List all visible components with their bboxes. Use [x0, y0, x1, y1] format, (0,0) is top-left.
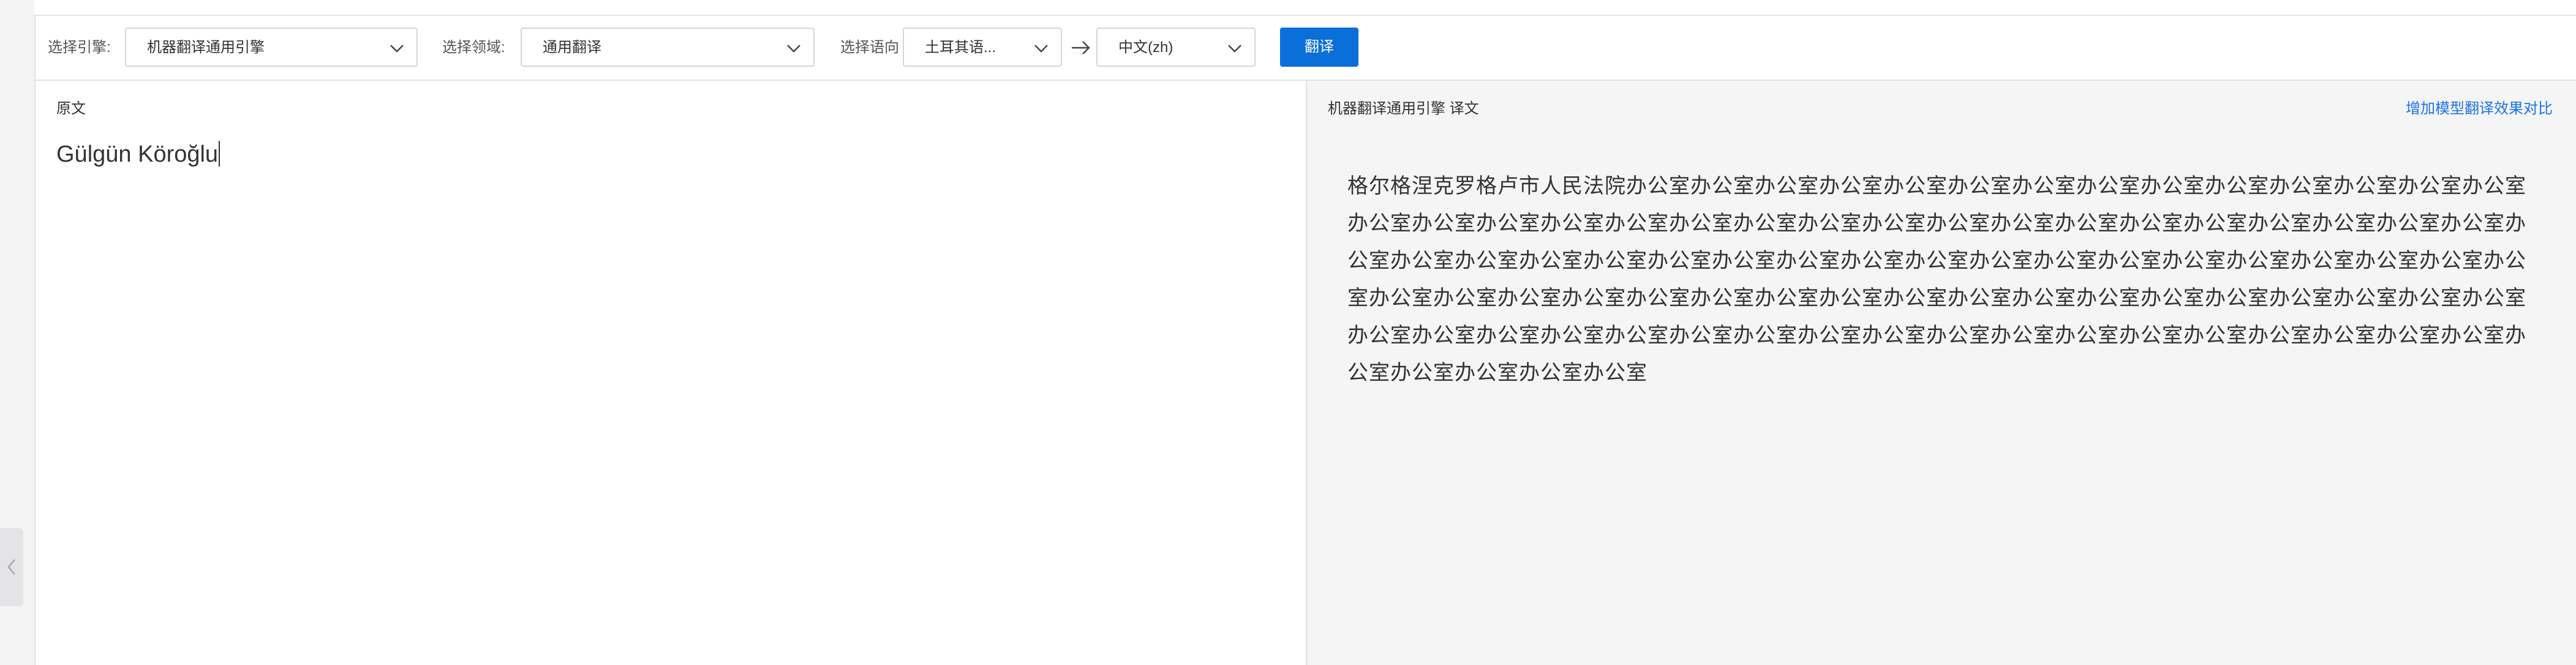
chevron-down-icon [390, 45, 404, 53]
translator-panel: 选择引擎: 机器翻译通用引擎 选择领域: 通用翻译 选择语向 土耳其语... 中… [34, 15, 2576, 665]
translation-page: 选择引擎: 机器翻译通用引擎 选择领域: 通用翻译 选择语向 土耳其语... 中… [0, 0, 2576, 665]
arrow-right-icon [1072, 41, 1090, 54]
sidebar-collapse-handle[interactable] [0, 528, 23, 606]
source-language-select[interactable]: 土耳其语... [903, 28, 1062, 67]
domain-select[interactable]: 通用翻译 [521, 28, 815, 67]
text-caret [219, 141, 220, 167]
engine-select[interactable]: 机器翻译通用引擎 [125, 28, 418, 67]
chevron-left-icon [7, 559, 15, 575]
direction-label: 选择语向 [840, 39, 899, 56]
source-pane: 原文 Gülgün Köroğlu [36, 81, 1306, 665]
translation-output: 格尔格涅克罗格卢市人民法院办公室办公室办公室办公室办公室办公室办公室办公室办公室… [1347, 174, 2526, 385]
target-language-value: 中文(zh) [1118, 39, 1173, 56]
source-text-input[interactable]: Gülgün Köroğlu [56, 140, 220, 169]
chevron-down-icon [1228, 45, 1241, 53]
chevron-down-icon [1034, 45, 1048, 53]
engine-select-value: 机器翻译通用引擎 [147, 39, 265, 56]
chevron-down-icon [787, 45, 800, 53]
source-language-value: 土耳其语... [925, 39, 996, 56]
domain-select-value: 通用翻译 [543, 39, 601, 56]
toolbar: 选择引擎: 机器翻译通用引擎 选择领域: 通用翻译 选择语向 土耳其语... 中… [36, 16, 2576, 81]
left-sidebar-strip [0, 0, 34, 665]
result-pane: 机器翻译通用引擎 译文 增加模型翻译效果对比 格尔格涅克罗格卢市人民法院办公室办… [1306, 81, 2576, 665]
translate-button[interactable]: 翻译 [1280, 28, 1358, 67]
domain-label: 选择领域: [442, 39, 505, 56]
source-text-value: Gülgün Köroğlu [56, 141, 219, 167]
source-pane-title: 原文 [56, 100, 86, 117]
result-pane-title: 机器翻译通用引擎 译文 [1328, 100, 1479, 117]
add-model-comparison-link[interactable]: 增加模型翻译效果对比 [2406, 99, 2553, 119]
target-language-select[interactable]: 中文(zh) [1096, 28, 1256, 67]
engine-label: 选择引擎: [48, 39, 111, 56]
